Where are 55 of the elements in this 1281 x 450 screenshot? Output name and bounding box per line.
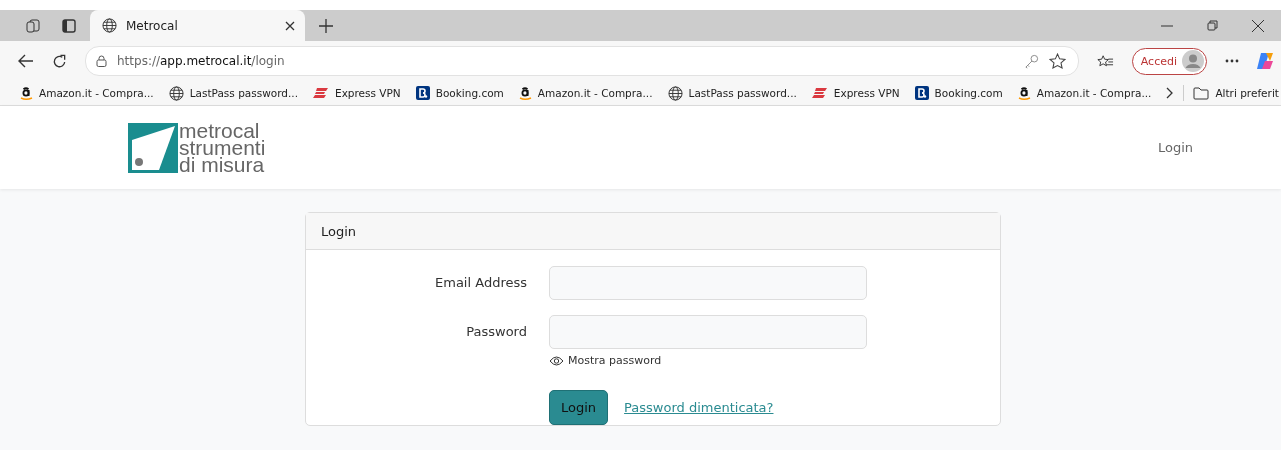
bookmark[interactable]: Express VPN [313,87,401,99]
email-field[interactable] [549,266,867,300]
amazon-logo-icon [20,86,33,100]
vpn-logo-icon [313,87,329,99]
close-icon[interactable] [1252,19,1264,32]
bookmark[interactable]: Booking.com [914,86,1003,100]
bookmark[interactable]: Express VPN [811,87,900,99]
bookmark[interactable]: LastPass password... [168,85,298,101]
bookmark[interactable]: Booking.com [415,86,504,100]
logo-text: di misura [179,156,266,173]
booking-logo-icon [415,86,430,100]
favorites-icon[interactable] [1096,53,1114,69]
refresh-icon[interactable] [52,53,67,69]
lock-icon [96,55,107,67]
amazon-logo-icon [518,86,532,100]
bookmark[interactable]: LastPass password... [667,85,797,101]
browser-tab[interactable]: Metrocal [90,10,305,41]
avatar-icon [1182,50,1204,72]
logo-mark-icon [128,123,178,173]
field-label: Password [465,323,527,341]
metrocal-logo[interactable]: metrocal strumenti di misura [128,122,266,173]
copilot-icon[interactable] [1257,51,1273,71]
more-icon[interactable] [1225,59,1239,63]
amazon-logo-icon [1017,86,1031,100]
close-icon[interactable] [285,20,295,31]
nav-login-link[interactable]: Login [1157,140,1193,155]
login-button[interactable]: Login [549,390,609,425]
forgot-password-link[interactable]: Password dimenticata? [624,400,774,415]
bookmark[interactable]: Amazon.it - Compra... [20,86,154,100]
globe-icon [102,18,117,33]
address-bar[interactable]: https://app.metrocal.it/login [85,46,1079,76]
restore-icon[interactable] [1207,20,1218,31]
show-password-label[interactable]: Mostra password [568,354,662,367]
password-field[interactable] [549,315,867,349]
chevron-right-icon[interactable] [1166,87,1175,99]
eye-icon[interactable] [549,355,564,366]
folder-icon [1193,86,1210,100]
field-label: Email Address [434,274,527,292]
globe-icon [168,85,184,101]
logo-text: strumenti [179,139,266,156]
globe-icon [667,85,683,101]
bookmark[interactable]: Amazon.it - Compra... [518,86,653,100]
vpn-logo-icon [811,87,828,99]
star-icon[interactable] [1048,52,1066,70]
key-icon[interactable] [1023,53,1039,69]
workspaces-icon[interactable] [26,18,40,33]
card-title: Login [321,223,357,239]
back-icon[interactable] [18,54,34,68]
booking-logo-icon [914,86,929,100]
logo-text: metrocal [179,122,260,139]
other-bookmarks-folder[interactable]: Altri preferit [1193,86,1279,100]
new-tab-icon[interactable] [319,18,333,33]
tab-actions-icon[interactable] [62,18,76,33]
sign-in-button[interactable]: Accedi [1131,47,1207,75]
bookmark[interactable]: Amazon.it - Compra... [1017,86,1152,100]
